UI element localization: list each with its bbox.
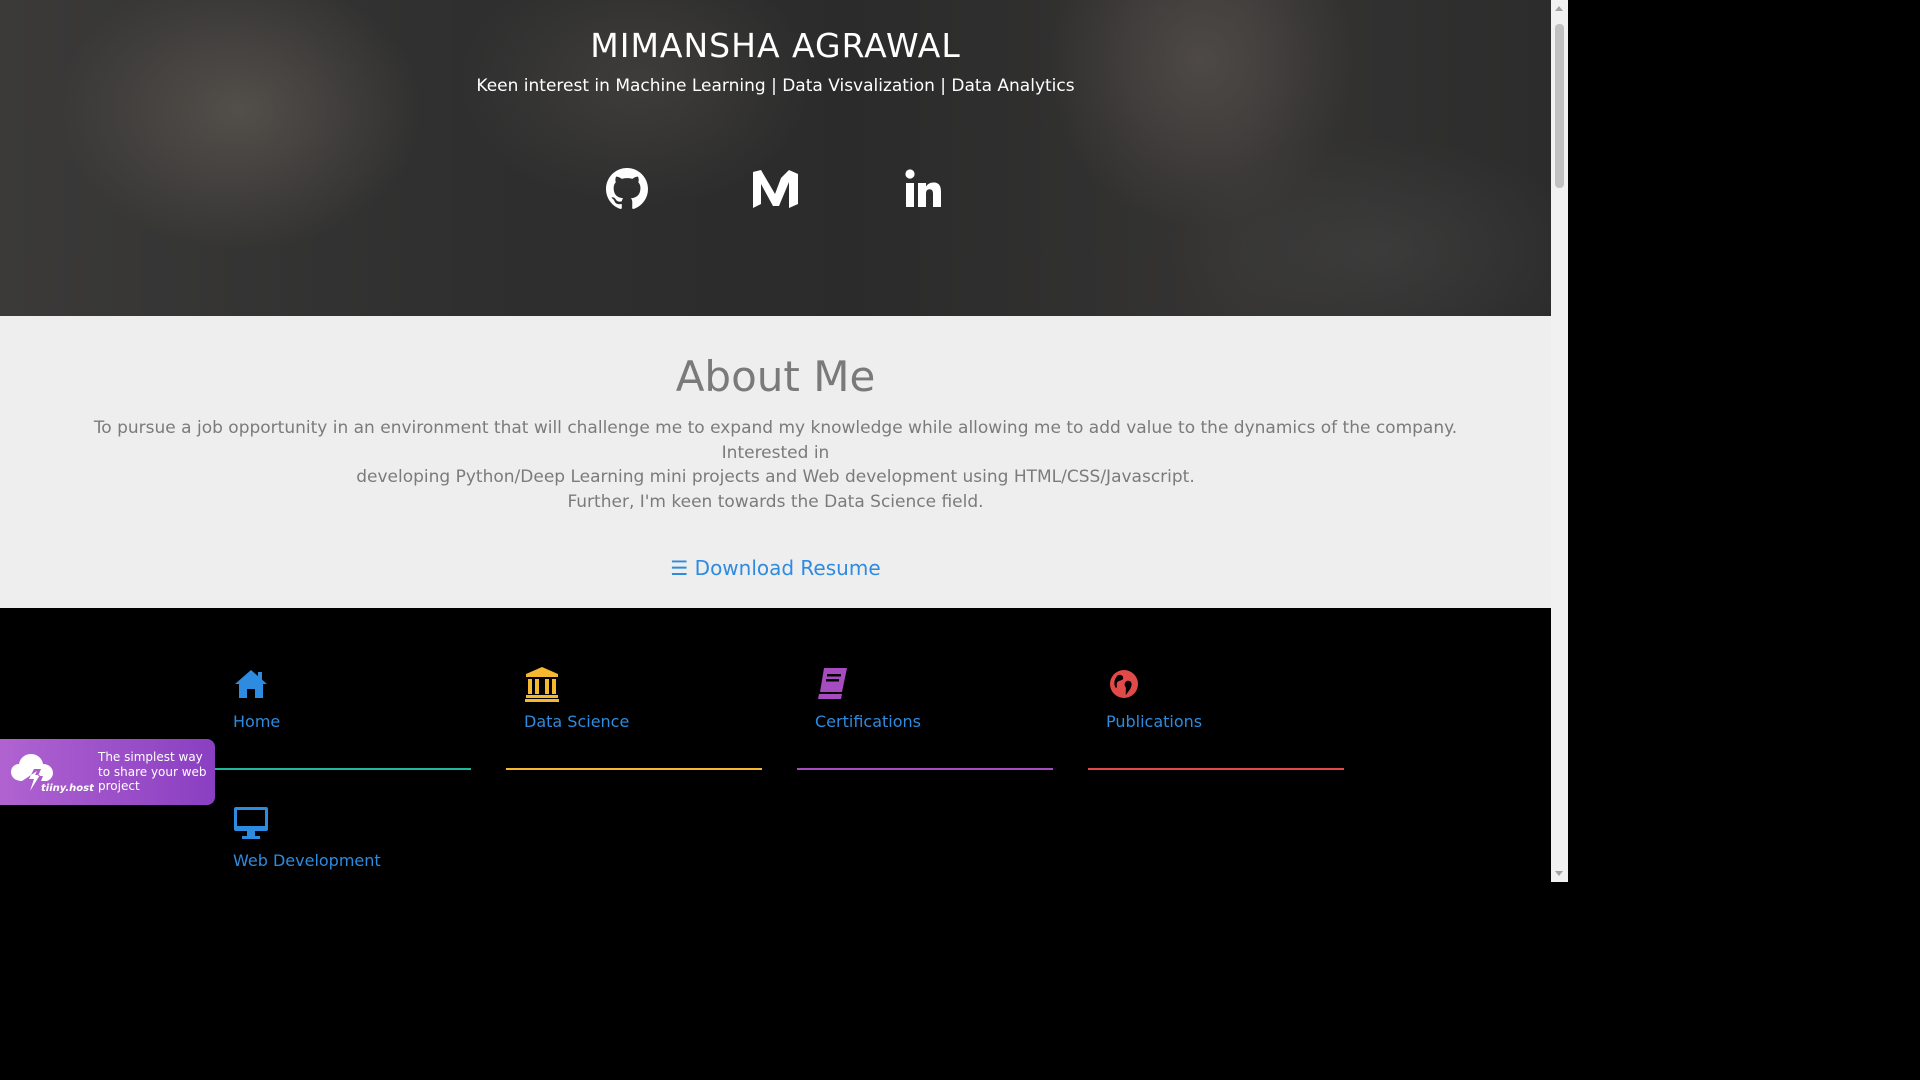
hero-tagline: Keen interest in Machine Learning | Data… <box>476 76 1075 96</box>
book-icon <box>818 668 847 699</box>
desktop-icon <box>234 807 268 839</box>
medium-link[interactable] <box>751 165 799 213</box>
github-link[interactable] <box>603 165 651 213</box>
nav-label: Web Development <box>233 851 381 870</box>
linkedin-link[interactable] <box>899 165 947 213</box>
scroll-up-arrow-icon[interactable] <box>1555 6 1563 11</box>
nav-label: Home <box>233 712 281 731</box>
about-line: Further, I'm keen towards the Data Scien… <box>567 491 984 512</box>
about-paragraph: To pursue a job opportunity in an enviro… <box>55 416 1496 514</box>
home-icon <box>235 670 267 698</box>
hero-banner: MIMANSHA AGRAWAL Keen interest in Machin… <box>0 0 1551 316</box>
nav-underline <box>797 768 1053 770</box>
bank-icon <box>525 667 559 702</box>
scroll-thumb[interactable] <box>1555 24 1564 188</box>
globe-icon <box>1110 670 1138 698</box>
github-icon <box>606 168 648 209</box>
scroll-down-arrow-icon[interactable] <box>1555 871 1563 876</box>
nav-underline <box>215 768 471 770</box>
badge-text: The simplest way to share your web proje… <box>98 750 207 793</box>
about-line: developing Python/Deep Learning mini pro… <box>356 467 1195 487</box>
linkedin-icon <box>905 169 941 207</box>
nav-label: Data Science <box>524 712 630 731</box>
hero-name: MIMANSHA AGRAWAL <box>590 26 961 65</box>
nav-label: Certifications <box>815 712 921 731</box>
about-section: About Me To pursue a job opportunity in … <box>0 316 1551 608</box>
about-line: To pursue a job opportunity in an enviro… <box>93 418 1458 463</box>
navigation-cards: Home Data Science Certifications Publica… <box>0 608 1551 882</box>
medium-icon <box>753 170 798 208</box>
nav-label: Publications <box>1106 712 1203 731</box>
about-title: About Me <box>675 352 876 401</box>
tiiny-host-badge[interactable]: tiiny.host The simplest way to share you… <box>0 739 215 805</box>
nav-underline <box>1088 768 1344 770</box>
download-resume-link[interactable]: ☰ Download Resume <box>0 556 1551 580</box>
vertical-scrollbar[interactable] <box>1551 0 1568 882</box>
nav-underline <box>506 768 762 770</box>
badge-brand: tiiny.host <box>41 783 94 794</box>
